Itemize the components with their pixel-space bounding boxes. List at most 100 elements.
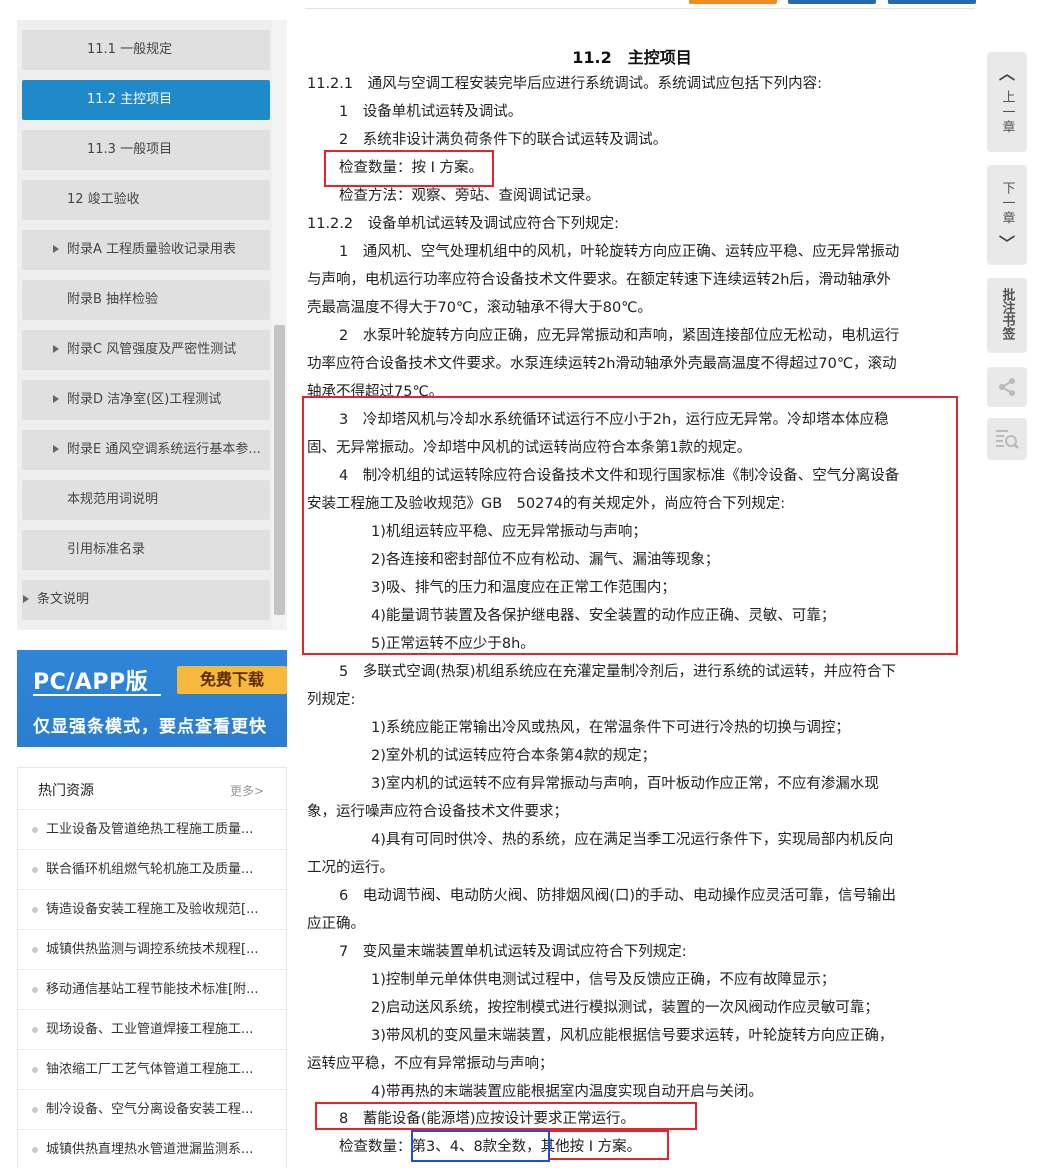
share-button[interactable] <box>987 367 1027 407</box>
hot-resource-item[interactable]: 现场设备、工业管道焊接工程施工... <box>18 1009 286 1049</box>
hot-resource-title: 城镇供热直埋热水管道泄漏监测系... <box>46 1142 254 1157</box>
content-line: 工况的运行。 <box>307 860 394 876</box>
toc-item[interactable]: 11.3 一般项目 <box>22 130 270 170</box>
hot-resource-title: 移动通信基站工程节能技术标准[附... <box>46 982 259 997</box>
hot-resources-more-link[interactable]: 更多> <box>230 782 264 799</box>
content-line: 3)吸、排气的压力和温度应在正常工作范围内； <box>371 580 676 596</box>
next-chapter-button[interactable]: 下一章 ﹀ <box>987 165 1027 265</box>
text-search-button[interactable] <box>987 418 1027 460</box>
content-line: 运转应平稳，不应有异常振动与声响； <box>307 1056 554 1072</box>
toc-item-label: 附录A 工程质量验收记录用表 <box>67 242 237 257</box>
hot-resource-title: 联合循环机组燃气轮机施工及质量... <box>46 862 254 877</box>
toc-item-label: 本规范用词说明 <box>67 492 159 507</box>
content-line: 壳最高温度不得大于70℃，滚动轴承不得大于80℃。 <box>307 300 652 316</box>
search-text-icon <box>996 430 1019 449</box>
toc-scrollbar[interactable] <box>272 20 287 630</box>
content-line: 与声响，电机运行功率应符合设备技术文件要求。在额定转速下连续运转2h后，滑动轴承… <box>307 272 891 288</box>
banner-slogan: 仅显强条模式，要点查看更快 <box>33 717 267 737</box>
toc-item[interactable]: 11.2 主控项目 <box>22 80 270 120</box>
toc-item[interactable]: 引用标准名录 <box>22 530 270 570</box>
top-toolbar-button-orange[interactable] <box>689 0 777 4</box>
hot-resource-item[interactable]: 移动通信基站工程节能技术标准[附... <box>18 969 286 1009</box>
content-line: 1)机组运转应平稳、应无异常振动与声响； <box>371 524 647 540</box>
content-line: 安装工程施工及验收规范》GB 50274的有关规定外，尚应符合下列规定: <box>307 496 786 512</box>
toc-item-label: 引用标准名录 <box>67 542 146 557</box>
hot-resources-title: 热门资源 <box>38 783 94 799</box>
toc-item-label: 附录D 洁净室(区)工程测试 <box>67 392 222 407</box>
hot-resource-title: 制冷设备、空气分离设备安装工程... <box>46 1102 254 1117</box>
content-line: 4)带再热的末端装置应能根据室内温度实现自动开启与关闭。 <box>371 1084 763 1100</box>
toc-item[interactable]: 条文说明 <box>22 580 270 620</box>
expand-arrow-icon[interactable] <box>23 594 29 603</box>
section-heading: 11.2 主控项目 <box>572 48 692 67</box>
share-icon <box>999 378 1015 396</box>
expand-arrow-icon[interactable] <box>53 244 59 253</box>
content-line: 检查数量：按 I 方案。 <box>339 160 483 176</box>
content-line: 4)能量调节装置及各保护继电器、安全装置的动作应正确、灵敏、可靠； <box>371 608 836 624</box>
content-line: 功率应符合设备技术文件要求。水泵连续运转2h滑动轴承外壳最高温度不得超过70℃，… <box>307 356 897 372</box>
toc-item-label: 12 竣工验收 <box>67 192 140 207</box>
bullet-dot-icon <box>32 987 38 993</box>
hot-resource-item[interactable]: 工业设备及管道绝热工程施工质量... <box>18 809 286 849</box>
hot-resource-item[interactable]: 城镇供热直埋热水管道泄漏监测系... <box>18 1129 286 1168</box>
content-line: 1)系统应能正常输出冷风或热风，在常温条件下可进行冷热的切换与调控； <box>371 720 850 736</box>
hot-resource-item[interactable]: 铸造设备安装工程施工及验收规范[... <box>18 889 286 929</box>
free-download-button[interactable]: 免费下载 <box>177 666 287 694</box>
hot-resource-item[interactable]: 铀浓缩工厂工艺气体管道工程施工... <box>18 1049 286 1089</box>
toc-item[interactable]: 12 竣工验收 <box>22 180 270 220</box>
hot-resource-title: 铸造设备安装工程施工及验收规范[... <box>46 902 259 917</box>
hot-resource-title: 工业设备及管道绝热工程施工质量... <box>46 822 254 837</box>
bookmark-button[interactable]: 批注书签 <box>987 278 1027 353</box>
toc-scrollbar-thumb[interactable] <box>274 325 285 615</box>
toc-item[interactable]: 11.1 一般规定 <box>22 30 270 70</box>
hot-resource-title: 现场设备、工业管道焊接工程施工... <box>46 1022 254 1037</box>
toc-item-label: 条文说明 <box>37 592 90 607</box>
expand-arrow-icon[interactable] <box>53 344 59 353</box>
download-banner[interactable]: PC/APP版 免费下载 仅显强条模式，要点查看更快 <box>17 650 287 747</box>
content-line: 应正确。 <box>307 916 365 932</box>
toc-item[interactable]: 附录D 洁净室(区)工程测试 <box>22 380 270 420</box>
content-line: 轴承不得超过75℃。 <box>307 384 444 400</box>
toc-item[interactable]: 附录B 抽样检验 <box>22 280 270 320</box>
content-line: 6 电动调节阀、电动防火阀、防排烟风阀(口)的手动、电动操作应灵活可靠，信号输出 <box>339 888 897 904</box>
content-line: 检查数量：第3、4、8款全数，其他按 I 方案。 <box>339 1139 642 1155</box>
toc-item[interactable]: 附录C 风管强度及严密性测试 <box>22 330 270 370</box>
prev-chapter-button[interactable]: ︿ 上一章 <box>987 52 1027 152</box>
toc-item[interactable]: 附录A 工程质量验收记录用表 <box>22 230 270 270</box>
content-line: 4)具有可同时供冷、热的系统，应在满足当季工况运行条件下，实现局部内机反向 <box>371 832 894 848</box>
content-line: 11.2.2 设备单机试运转及调试应符合下列规定: <box>307 216 620 232</box>
hot-resource-item[interactable]: 制冷设备、空气分离设备安装工程... <box>18 1089 286 1129</box>
content-line: 5)正常运转不应少于8h。 <box>371 636 535 652</box>
content-line: 2 水泵叶轮旋转方向应正确，应无异常振动和声响，紧固连接部位应无松动，电机运行 <box>339 328 900 344</box>
table-of-contents: 11.1 一般规定 11.2 主控项目 11.3 一般项目 12 竣工验收附录A 工程… <box>17 20 287 630</box>
chevron-down-icon: ﹀ <box>998 234 1015 253</box>
content-line: 固、无异常振动。冷却塔中风机的试运转尚应符合本条第1款的规定。 <box>307 440 752 456</box>
content-line: 3)带风机的变风量末端装置，风机应能根据信号要求运转，叶轮旋转方向应正确， <box>371 1028 894 1044</box>
toc-item-label: 附录B 抽样检验 <box>67 292 159 307</box>
content-line: 2 系统非设计满负荷条件下的联合试运转及调试。 <box>339 132 668 148</box>
hot-resources-panel: 热门资源 更多> 工业设备及管道绝热工程施工质量... 联合循环机组燃气轮机施工及… <box>17 767 287 1168</box>
bullet-dot-icon <box>32 907 38 913</box>
toc-item-label: 11.2 主控项目 <box>87 92 173 107</box>
bullet-dot-icon <box>32 947 38 953</box>
content-line: 2)室外机的试运转应符合本条第4款的规定； <box>371 748 657 764</box>
banner-platform-text: PC/APP版 <box>33 670 149 695</box>
bullet-dot-icon <box>32 1067 38 1073</box>
bookmark-label: 批注书签 <box>999 288 1015 340</box>
hot-resource-title: 城镇供热监测与调控系统技术规程[... <box>46 942 259 957</box>
toc-item[interactable]: 本规范用词说明 <box>22 480 270 520</box>
expand-arrow-icon[interactable] <box>53 394 59 403</box>
top-toolbar-button-blue-2[interactable] <box>888 0 976 4</box>
bullet-dot-icon <box>32 827 38 833</box>
hot-resource-item[interactable]: 联合循环机组燃气轮机施工及质量... <box>18 849 286 889</box>
bullet-dot-icon <box>32 1107 38 1113</box>
prev-chapter-label: 上一章 <box>999 90 1015 135</box>
content-line: 象，运行噪声应符合设备技术文件要求； <box>307 804 568 820</box>
content-line: 2)启动送风系统，按控制模式进行模拟测试，装置的一次风阀动作应灵敏可靠； <box>371 1000 879 1016</box>
content-line: 2)各连接和密封部位不应有松动、漏气、漏油等现象； <box>371 552 720 568</box>
toc-item[interactable]: 附录E 通风空调系统运行基本参... <box>22 430 270 470</box>
expand-arrow-icon[interactable] <box>53 444 59 453</box>
bullet-dot-icon <box>32 1027 38 1033</box>
top-toolbar-button-blue-1[interactable] <box>788 0 876 4</box>
hot-resource-item[interactable]: 城镇供热监测与调控系统技术规程[... <box>18 929 286 969</box>
